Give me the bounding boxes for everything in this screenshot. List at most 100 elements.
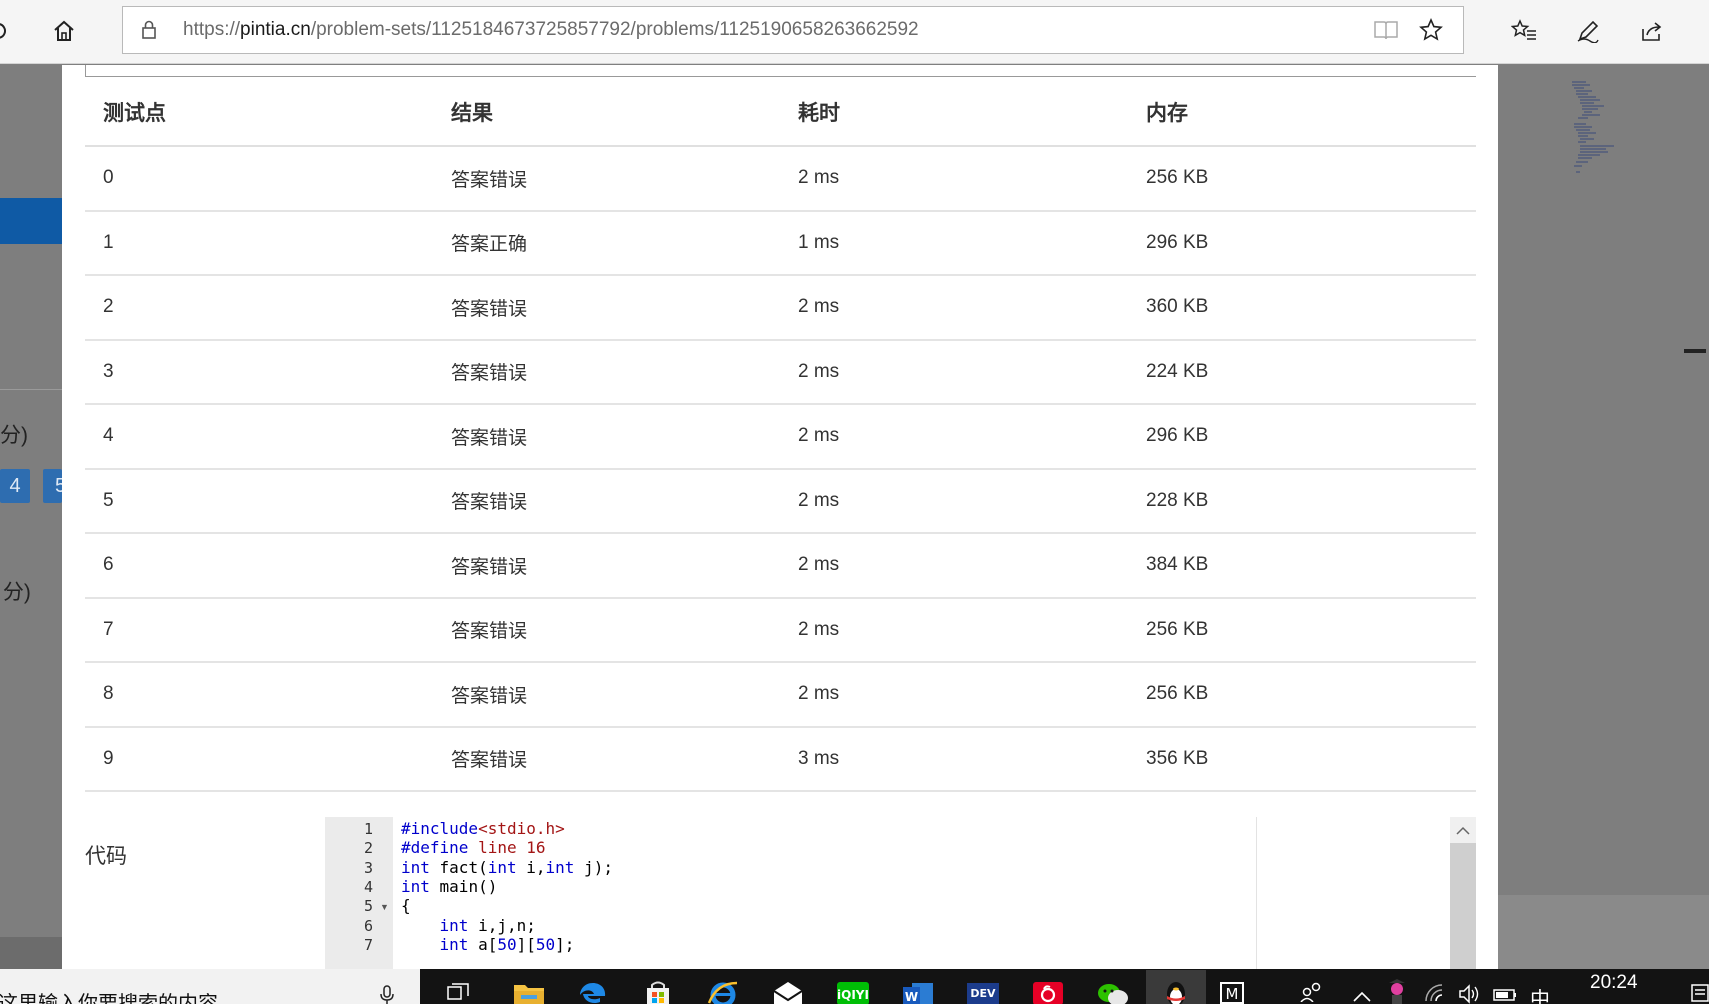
time-value: 2 ms xyxy=(780,533,1128,599)
result-status: 答案错误 xyxy=(433,597,780,663)
taskbar-app-word[interactable]: W xyxy=(888,970,948,1004)
m-app-icon: M xyxy=(1220,982,1244,1004)
pen-icon xyxy=(1577,20,1599,43)
svg-text:W: W xyxy=(905,990,918,1004)
microphone-icon[interactable] xyxy=(380,985,394,1004)
column-header-time: 耗时 xyxy=(780,79,1128,147)
action-center-icon[interactable] xyxy=(1690,983,1709,1004)
memory-value: 228 KB xyxy=(1128,468,1476,534)
task-view-button[interactable] xyxy=(428,970,488,1004)
table-header-row: 测试点 结果 耗时 内存 xyxy=(85,79,1476,147)
svg-text:iQIYI: iQIYI xyxy=(837,988,869,1002)
taskbar-app-iqiyi[interactable]: iQIYI xyxy=(823,970,883,1004)
line-number-gutter: 1 2 3 4 5 ▼ 6 7 xyxy=(325,817,393,969)
result-status: 答案错误 xyxy=(433,726,780,792)
battery-icon[interactable] xyxy=(1492,984,1518,1004)
scroll-up-button[interactable] xyxy=(1450,817,1476,843)
taskbar-app-netease-music[interactable] xyxy=(1018,970,1078,1004)
taskbar-app-dev-cpp[interactable]: DEV xyxy=(953,970,1013,1004)
table-row: 7 答案错误 2 ms 256 KB xyxy=(85,597,1476,663)
background-problem-chip[interactable]: 5 xyxy=(43,469,66,503)
table-row: 3 答案错误 2 ms 224 KB xyxy=(85,339,1476,405)
favorites-list-icon xyxy=(1511,19,1536,40)
time-value: 2 ms xyxy=(780,404,1128,470)
refresh-button[interactable] xyxy=(0,11,18,51)
clock[interactable]: 20:24 xyxy=(1590,972,1638,994)
url-text: https://pintia.cn/problem-sets/112518467… xyxy=(183,19,919,40)
test-point-id: 8 xyxy=(85,662,433,728)
iqiyi-icon: iQIYI xyxy=(837,982,869,1004)
background-problem-chip[interactable]: 4 xyxy=(0,469,30,503)
favorites-button[interactable] xyxy=(1504,11,1544,51)
tray-app-icon[interactable] xyxy=(1386,979,1408,1004)
table-row: 2 答案错误 2 ms 360 KB xyxy=(85,275,1476,341)
column-header-test-point: 测试点 xyxy=(85,79,433,147)
svg-text:DEV: DEV xyxy=(970,987,996,1000)
wifi-icon[interactable] xyxy=(1424,983,1448,1003)
line-number: 5 xyxy=(363,897,373,916)
line-number: 6 xyxy=(363,916,373,935)
line-number: 1 xyxy=(363,820,373,838)
background-score-text: ) 分) xyxy=(0,581,31,604)
memory-value: 256 KB xyxy=(1128,597,1476,663)
share-button[interactable] xyxy=(1632,11,1672,51)
favorite-star-icon[interactable] xyxy=(1419,18,1443,42)
taskbar-app-file-explorer[interactable] xyxy=(499,970,559,1004)
folder-icon xyxy=(514,985,544,1004)
notes-button[interactable] xyxy=(1568,11,1608,51)
taskbar-app-wechat[interactable] xyxy=(1083,970,1143,1004)
table-row: 9 答案错误 3 ms 356 KB xyxy=(85,726,1476,792)
mail-icon xyxy=(773,982,803,1004)
time-value: 2 ms xyxy=(780,339,1128,405)
result-status: 答案正确 xyxy=(433,210,780,276)
line-number: 3 xyxy=(363,858,373,877)
column-header-memory: 内存 xyxy=(1128,79,1476,147)
netease-music-icon xyxy=(1033,982,1063,1004)
time-value: 1 ms xyxy=(780,210,1128,276)
code-editor[interactable]: 1 2 3 4 5 ▼ 6 7 #include<stdio.h> #define line 1… xyxy=(325,817,1476,969)
taskbar-app-store[interactable] xyxy=(628,970,688,1004)
svg-text:M: M xyxy=(1226,985,1239,1003)
test-point-id: 7 xyxy=(85,597,433,663)
chevron-up-icon[interactable] xyxy=(1352,991,1372,1003)
result-status: 答案错误 xyxy=(433,146,780,212)
result-status: 答案错误 xyxy=(433,533,780,599)
chevron-up-icon xyxy=(1456,826,1470,835)
taskbar-search-box[interactable]: 在这里输入你要搜索的内容 xyxy=(0,969,420,1004)
result-status: 答案错误 xyxy=(433,468,780,534)
fold-toggle-icon[interactable]: ▼ xyxy=(380,902,389,912)
memory-value: 296 KB xyxy=(1128,404,1476,470)
print-margin-line xyxy=(1256,817,1257,969)
address-bar[interactable]: https://pintia.cn/problem-sets/112518467… xyxy=(122,6,1464,54)
line-number: 2 xyxy=(363,839,373,858)
browser-toolbar: https://pintia.cn/problem-sets/112518467… xyxy=(0,0,1709,64)
reading-view-icon[interactable] xyxy=(1373,19,1399,41)
taskbar-app-mail[interactable] xyxy=(758,970,818,1004)
time-value: 2 ms xyxy=(780,662,1128,728)
volume-icon[interactable] xyxy=(1458,984,1482,1004)
table-row: 4 答案错误 2 ms 296 KB xyxy=(85,404,1476,470)
code-scrollbar[interactable] xyxy=(1450,817,1476,969)
background-blue-bar xyxy=(0,198,62,244)
edge-icon xyxy=(580,983,606,1004)
taskbar-app-edge[interactable] xyxy=(563,970,623,1004)
taskbar-app-internet-explorer[interactable] xyxy=(693,970,753,1004)
table-row: 1 答案正确 1 ms 296 KB xyxy=(85,210,1476,276)
code-line: int main() xyxy=(401,876,498,896)
ime-indicator[interactable]: 中 xyxy=(1530,983,1550,1004)
people-icon[interactable] xyxy=(1299,980,1325,1002)
previous-section-border xyxy=(85,65,1476,77)
test-point-id: 5 xyxy=(85,468,433,534)
home-button[interactable] xyxy=(44,11,84,51)
time-value: 2 ms xyxy=(780,468,1128,534)
code-line: { xyxy=(401,896,411,916)
dev-cpp-icon: DEV xyxy=(967,983,999,1004)
taskbar-app-m[interactable]: M xyxy=(1202,970,1262,1004)
code-label: 代码 xyxy=(85,845,127,868)
store-icon xyxy=(647,981,669,1004)
time-value: 2 ms xyxy=(780,146,1128,212)
page-minimap xyxy=(1572,81,1614,173)
taskbar-app-qq[interactable] xyxy=(1146,970,1206,1004)
memory-value: 256 KB xyxy=(1128,662,1476,728)
windows-taskbar: 在这里输入你要搜索的内容 iQIYI W DEV M 中 20:24 xyxy=(0,969,1709,1004)
